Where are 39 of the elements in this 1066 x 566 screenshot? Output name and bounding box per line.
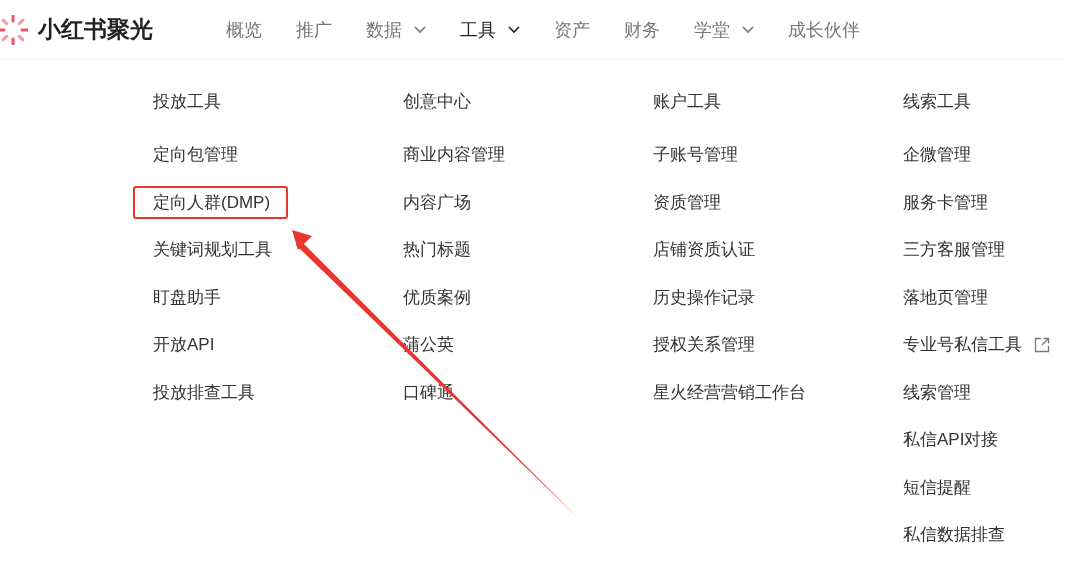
menu-item[interactable]: 子账号管理 — [633, 138, 756, 172]
menu-column-title: 创意中心 — [403, 91, 472, 113]
menu-item[interactable]: 短信提醒 — [883, 470, 989, 504]
menu-item[interactable]: 优质案例 — [383, 280, 489, 314]
menu-column-title: 账户工具 — [653, 91, 722, 113]
nav-tab[interactable]: 推广 — [296, 17, 332, 42]
menu-item[interactable]: 专业号私信工具 — [883, 328, 1040, 362]
menu-item[interactable]: 私信数据排查 — [883, 518, 1023, 552]
menu-item[interactable]: 企微管理 — [883, 138, 989, 172]
menu-item[interactable]: 盯盘助手 — [133, 280, 239, 314]
menu-item[interactable]: 三方客服管理 — [883, 233, 1023, 267]
menu-item[interactable]: 热门标题 — [383, 233, 489, 267]
nav-tab[interactable]: 概览 — [226, 17, 262, 42]
menu-item[interactable]: 历史操作记录 — [633, 280, 773, 314]
menu-item[interactable]: 服务卡管理 — [883, 185, 1006, 219]
logo-icon — [0, 14, 28, 45]
nav-tab[interactable]: 学堂 — [694, 17, 754, 42]
menu-item[interactable]: 开放API — [133, 328, 233, 362]
nav-tab[interactable]: 工具 — [460, 17, 520, 42]
menu-item[interactable]: 定向包管理 — [133, 138, 256, 172]
menu-item[interactable]: 投放排查工具 — [133, 375, 273, 409]
menu-item[interactable]: 关键词规划工具 — [133, 233, 290, 267]
menu-column-title: 投放工具 — [153, 91, 222, 113]
menu-item[interactable]: 授权关系管理 — [633, 328, 773, 362]
menu-item[interactable]: 商业内容管理 — [383, 138, 523, 172]
nav-tab[interactable]: 财务 — [624, 17, 660, 42]
brand-name: 小红书聚光 — [38, 15, 153, 44]
menu-item[interactable]: 私信API对接 — [883, 423, 1017, 457]
menu-item[interactable]: 店铺资质认证 — [633, 233, 773, 267]
menu-item[interactable]: 定向人群(DMP) — [133, 185, 289, 219]
menu-column-title: 线索工具 — [903, 91, 972, 113]
menu-item[interactable]: 内容广场 — [383, 185, 489, 219]
nav-tab[interactable]: 成长伙伴 — [788, 17, 860, 42]
menu-item[interactable]: 落地页管理 — [883, 280, 1006, 314]
nav-tab[interactable]: 资产 — [554, 17, 590, 42]
menu-item[interactable]: 星火经营营销工作台 — [633, 375, 824, 409]
menu-item[interactable]: 线索管理 — [883, 375, 989, 409]
nav-tab[interactable]: 数据 — [366, 17, 426, 42]
menu-item[interactable]: 资质管理 — [633, 185, 739, 219]
